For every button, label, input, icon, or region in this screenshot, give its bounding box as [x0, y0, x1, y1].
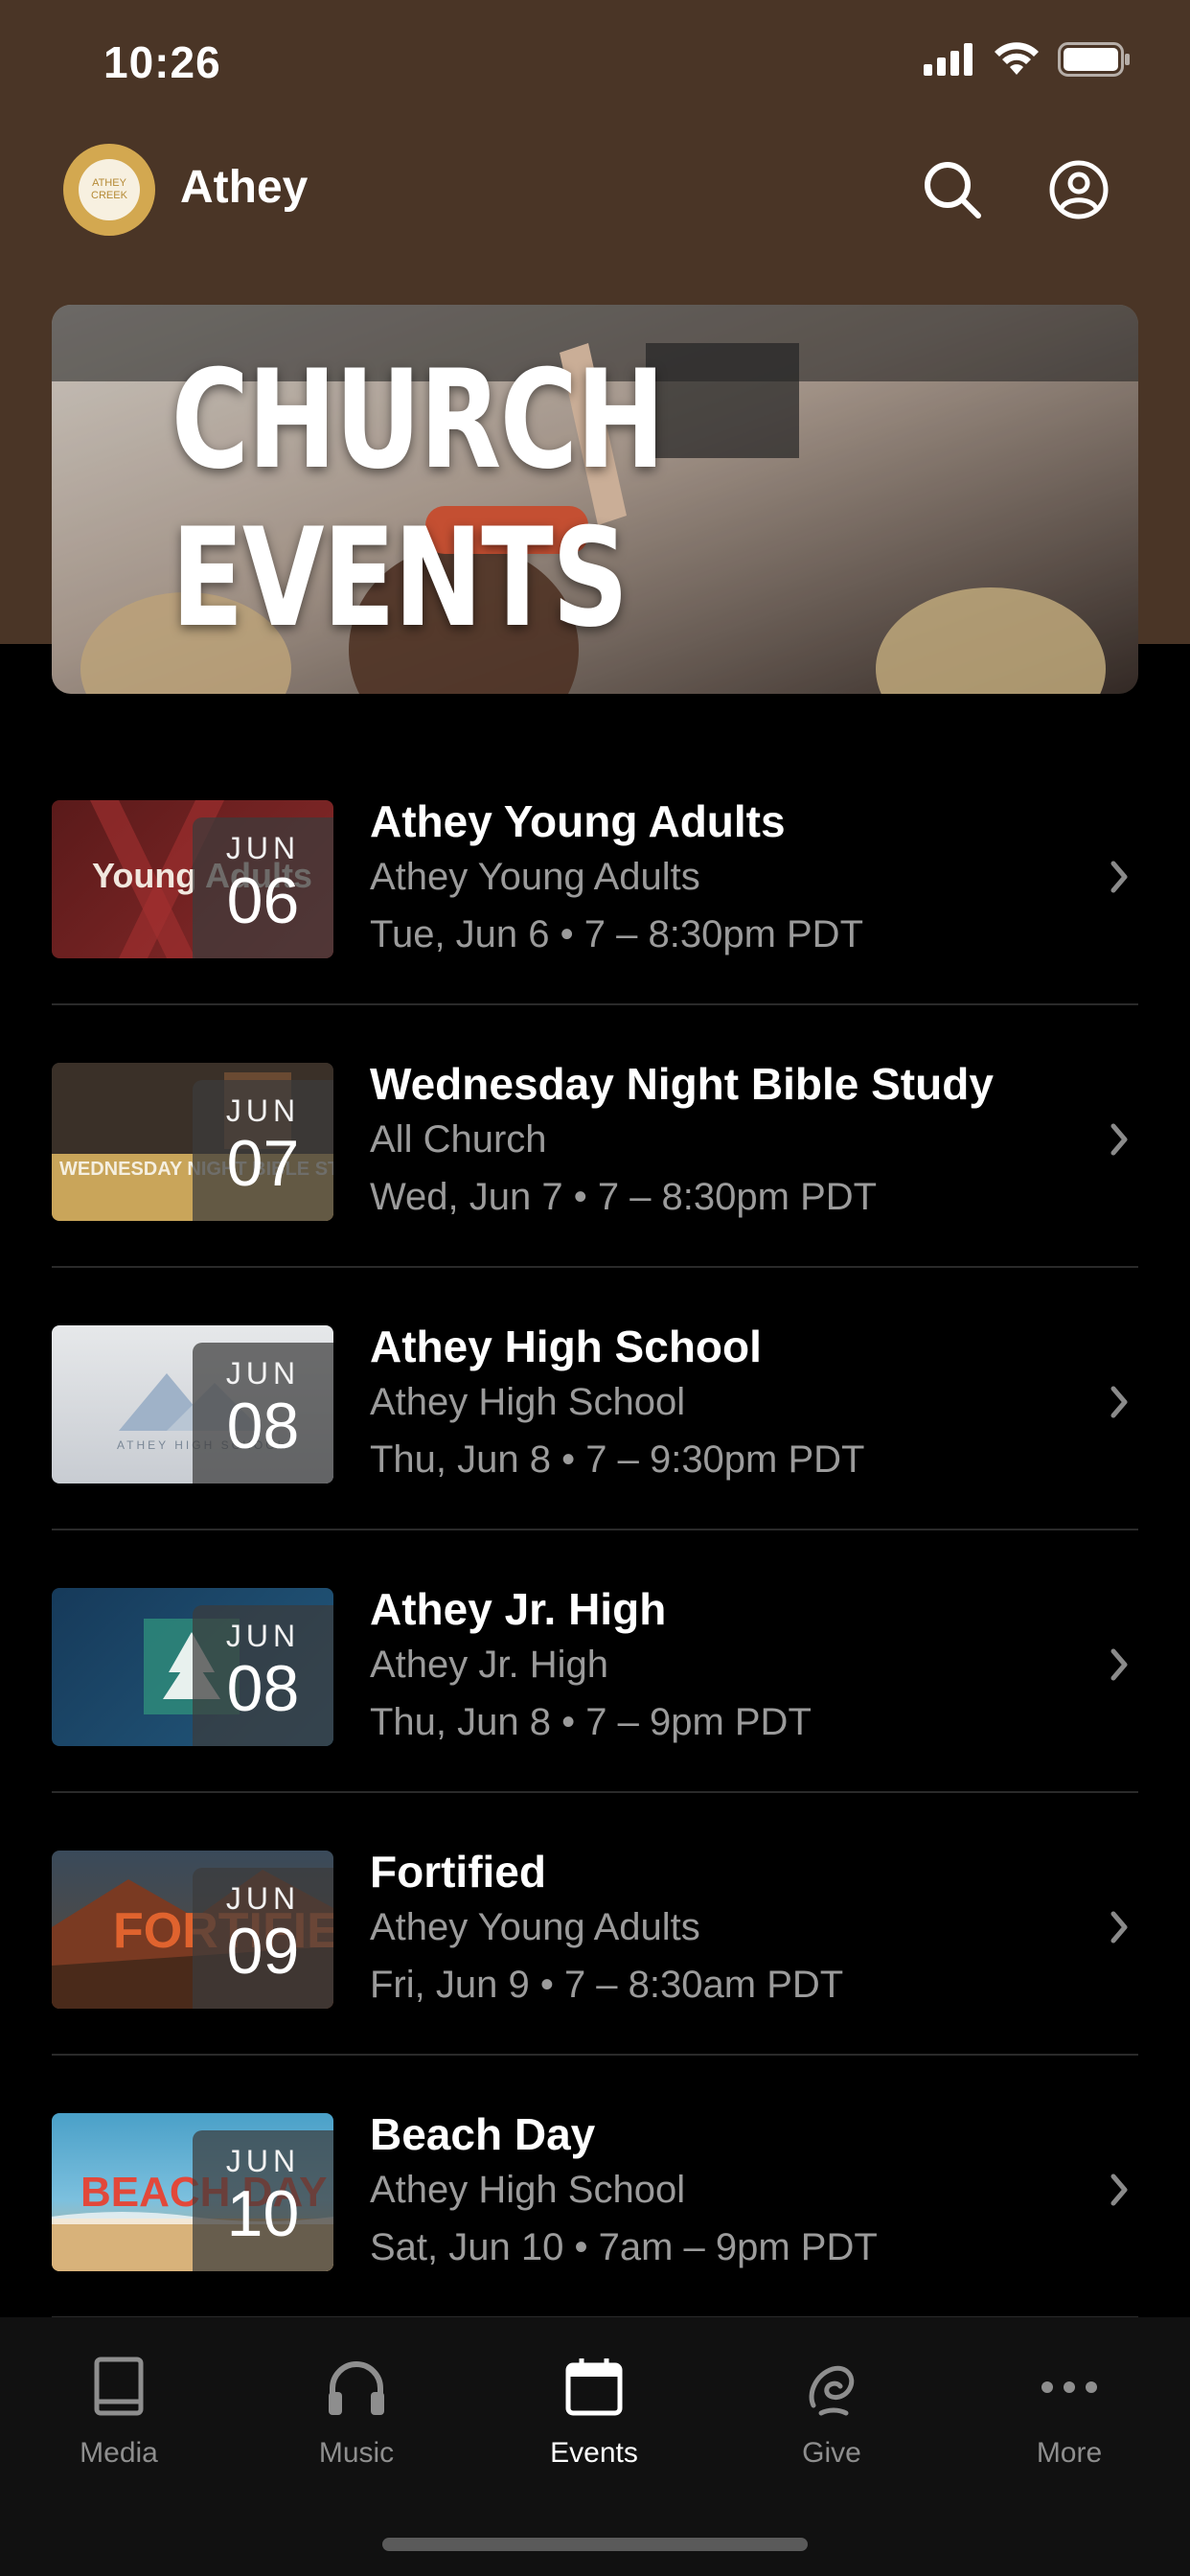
date-day: 07 — [226, 1127, 300, 1200]
chevron-right-icon — [1110, 1648, 1128, 1681]
event-thumbnail: FORTIFIED JUN 09 — [52, 1851, 333, 2009]
give-icon — [809, 2365, 855, 2416]
tab-more[interactable]: More — [950, 2356, 1188, 2470]
book-icon — [94, 2357, 144, 2416]
date-badge: JUN 08 — [193, 1605, 333, 1746]
tab-label: More — [1036, 2437, 1103, 2469]
calendar-icon — [565, 2358, 623, 2416]
event-time: Thu, Jun 8 • 7 – 9:30pm PDT — [370, 1438, 865, 1481]
church-logo[interactable]: ATHEY CREEK — [63, 144, 155, 236]
wifi-icon — [995, 42, 1039, 75]
event-row[interactable]: Young Adults JUN 06 Athey Young Adults A… — [52, 743, 1138, 1005]
event-title: Athey High School — [370, 1322, 762, 1371]
event-title: Beach Day — [370, 2109, 596, 2159]
chevron-right-icon — [1110, 861, 1128, 893]
headphones-icon — [329, 2361, 384, 2415]
date-day: 06 — [226, 864, 300, 937]
event-group: Athey High School — [370, 2169, 686, 2211]
date-badge: JUN 07 — [193, 1080, 333, 1221]
date-day: 08 — [226, 1652, 300, 1725]
search-button[interactable] — [918, 155, 987, 224]
church-events-banner: CHURCH EVENTS — [52, 305, 1138, 694]
tab-music[interactable]: Music — [238, 2356, 475, 2470]
event-thumbnail: JUN 08 — [52, 1588, 333, 1746]
event-group: Athey Young Adults — [370, 1906, 700, 1948]
event-group: Athey High School — [370, 1381, 686, 1423]
date-badge: JUN 06 — [193, 817, 333, 958]
tab-label: Media — [80, 2437, 158, 2469]
event-group: Athey Jr. High — [370, 1644, 609, 1686]
date-month: JUN — [225, 1881, 301, 1916]
event-title: Athey Jr. High — [370, 1584, 667, 1634]
search-icon — [925, 162, 981, 218]
tab-events[interactable]: Events — [475, 2356, 713, 2470]
event-row[interactable]: WEDNESDAY NIGHT BIBLE STUDY JUN 07 Wedne… — [52, 1005, 1138, 1268]
event-thumbnail: Young Adults JUN 06 — [52, 800, 333, 958]
date-month: JUN — [225, 1356, 301, 1391]
tab-label: Music — [318, 2437, 395, 2469]
date-badge: JUN 09 — [193, 1868, 333, 2009]
event-title: Athey Young Adults — [370, 796, 786, 846]
date-day: 08 — [226, 1390, 300, 1462]
event-group: Athey Young Adults — [370, 856, 700, 898]
date-badge: JUN 10 — [193, 2130, 333, 2271]
logo-text: ATHEY CREEK — [79, 159, 140, 220]
cellular-signal-icon — [924, 43, 973, 76]
home-indicator — [382, 2538, 808, 2551]
user-profile-icon — [1049, 160, 1109, 219]
chevron-right-icon — [1110, 2174, 1128, 2206]
event-title: Wednesday Night Bible Study — [370, 1059, 994, 1109]
event-time: Tue, Jun 6 • 7 – 8:30pm PDT — [370, 913, 863, 955]
tab-label: Events — [550, 2437, 638, 2469]
date-badge: JUN 08 — [193, 1343, 333, 1484]
status-icons — [924, 42, 1131, 77]
date-month: JUN — [225, 831, 301, 865]
more-icon — [1041, 2381, 1097, 2393]
status-time: 10:26 — [103, 37, 221, 87]
event-time: Thu, Jun 8 • 7 – 9pm PDT — [370, 1701, 812, 1743]
banner-title: CHURCH EVENTS — [171, 341, 665, 657]
chevron-right-icon — [1110, 1911, 1128, 1944]
event-row[interactable]: FORTIFIED JUN 09 Fortified Athey Young A… — [52, 1793, 1138, 2056]
event-group: All Church — [370, 1118, 547, 1161]
event-time: Wed, Jun 7 • 7 – 8:30pm PDT — [370, 1176, 878, 1218]
profile-button[interactable] — [1044, 155, 1113, 224]
tab-media[interactable]: Media — [0, 2356, 238, 2470]
event-time: Fri, Jun 9 • 7 – 8:30am PDT — [370, 1964, 844, 2006]
event-row[interactable]: BEACH DAY JUN 10 Beach Day Athey High Sc… — [52, 2056, 1138, 2318]
date-day: 10 — [226, 2177, 300, 2250]
event-row[interactable]: ATHEY HIGH SCHOOL JUN 08 Athey High Scho… — [52, 1268, 1138, 1530]
event-thumbnail: ATHEY HIGH SCHOOL JUN 08 — [52, 1325, 333, 1484]
event-time: Sat, Jun 10 • 7am – 9pm PDT — [370, 2226, 878, 2268]
tab-give[interactable]: Give — [713, 2356, 950, 2470]
date-month: JUN — [225, 2144, 301, 2178]
chevron-right-icon — [1110, 1386, 1128, 1418]
tab-label: Give — [802, 2437, 861, 2469]
event-list: Young Adults JUN 06 Athey Young Adults A… — [52, 743, 1138, 2318]
battery-icon — [1058, 42, 1130, 77]
status-bar: 10:26 — [0, 0, 1190, 125]
event-title: Fortified — [370, 1847, 546, 1897]
date-day: 09 — [226, 1915, 300, 1988]
event-thumbnail: BEACH DAY JUN 10 — [52, 2113, 333, 2271]
date-month: JUN — [225, 1093, 301, 1128]
app-header: ATHEY CREEK Athey — [0, 144, 1190, 236]
event-row[interactable]: JUN 08 Athey Jr. High Athey Jr. High Thu… — [52, 1530, 1138, 1793]
event-thumbnail: WEDNESDAY NIGHT BIBLE STUDY JUN 07 — [52, 1063, 333, 1221]
brand-name: Athey — [180, 162, 309, 213]
date-month: JUN — [225, 1619, 301, 1653]
chevron-right-icon — [1110, 1123, 1128, 1156]
